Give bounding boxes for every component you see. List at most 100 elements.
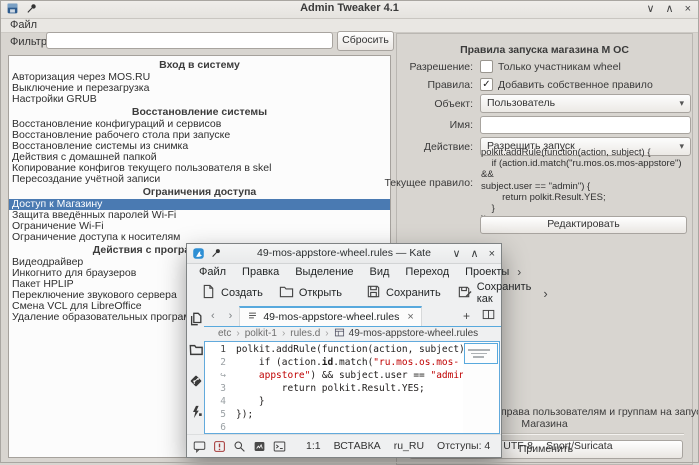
hamburger-icon — [247, 310, 258, 324]
terminal-icon[interactable] — [273, 440, 286, 453]
toolbar-overflow-icon[interactable]: › — [543, 286, 547, 301]
toolbar-button-save-as[interactable]: Сохранить как — [449, 282, 540, 304]
code-line: if (action.id.match("ru.mos.os.mos- — [236, 356, 463, 369]
name-input[interactable] — [480, 116, 691, 134]
code-token: return polkit.Result.YES; — [236, 383, 425, 394]
maximize-icon[interactable]: ∧ — [471, 247, 479, 260]
breadcrumb-separator-icon: › — [282, 328, 285, 339]
kate-menu-item[interactable]: Правка — [234, 266, 287, 278]
permission-option-label[interactable]: Только участникам wheel — [498, 61, 621, 73]
status-encoding[interactable]: UTF-8 — [503, 440, 533, 452]
close-icon[interactable]: × — [685, 4, 691, 15]
save-icon — [366, 284, 381, 302]
kate-menu-item[interactable]: Выделение — [287, 266, 361, 278]
tab-active[interactable]: 49-mos-appstore-wheel.rules × — [239, 306, 421, 326]
toolbar-button-save[interactable]: Сохранить — [358, 282, 449, 304]
preview-icon[interactable] — [253, 440, 266, 453]
minimap-scrollbar[interactable] — [463, 342, 499, 433]
new-tab-icon[interactable]: + — [457, 309, 476, 323]
menu-file[interactable]: Файл — [10, 19, 37, 31]
list-item[interactable]: Настройки GRUB — [9, 94, 390, 105]
output-icon[interactable] — [193, 440, 206, 453]
new-doc-icon — [201, 284, 216, 302]
status-highlight-mode[interactable]: Snort/Suricata — [546, 440, 613, 452]
code-line: } — [236, 395, 463, 408]
kate-toolbar: СоздатьОткрытьСохранитьСохранить как› — [187, 280, 501, 306]
code-editor[interactable]: 12↪3456 polkit.addRule(function(action, … — [204, 341, 500, 434]
rules-label: Правила: — [427, 79, 473, 91]
permission-checkbox[interactable] — [480, 60, 493, 73]
kate-statusbar: 1:1ВСТАВКАru_RUОтступы: 4UTF-8Snort/Suri… — [187, 434, 501, 457]
code-token: .match( — [333, 357, 373, 368]
code-token: }); — [236, 409, 253, 420]
git-icon[interactable] — [189, 374, 203, 388]
toolbar-button-label: Создать — [221, 287, 263, 299]
code-token: } — [236, 396, 265, 407]
status-indentation[interactable]: Отступы: 4 — [437, 440, 490, 452]
line-number: 5 — [205, 408, 226, 421]
kate-menu-item[interactable]: Переход — [397, 266, 457, 278]
main-window-controls: ∨ ∧ × — [646, 0, 691, 18]
minimize-icon[interactable]: ∨ — [646, 4, 654, 15]
line-number: 6 — [205, 421, 226, 434]
tab-forward-icon[interactable]: › — [222, 310, 240, 322]
toolbar-button-label: Сохранить — [386, 287, 441, 299]
tab-close-icon[interactable]: × — [407, 311, 413, 323]
rules-option-label[interactable]: Добавить собственное правило — [498, 79, 653, 91]
menu-overflow-icon[interactable]: › — [517, 265, 529, 279]
breadcrumb-item[interactable]: etc — [218, 328, 231, 339]
toolbar-button-open-folder[interactable]: Открыть — [271, 282, 350, 304]
breadcrumb-item[interactable]: polkit-1 — [245, 328, 277, 339]
list-item[interactable]: Ограничение доступа к носителям — [9, 232, 390, 243]
current-rule-code: polkit.addRule(function(action, subject)… — [481, 147, 688, 225]
status-input-mode[interactable]: ВСТАВКА — [334, 440, 381, 452]
action-label: Действие: — [424, 141, 473, 153]
filter-label: Фильтр: — [10, 36, 50, 48]
rules-checkbox[interactable]: ✓ — [480, 78, 493, 91]
close-icon[interactable]: × — [489, 248, 495, 260]
breadcrumb-item[interactable]: rules.d — [290, 328, 320, 339]
object-combobox[interactable]: Пользователь ▾ — [480, 94, 691, 113]
maximize-icon[interactable]: ∧ — [666, 4, 674, 15]
diagnostics-icon[interactable] — [213, 440, 226, 453]
code-area[interactable]: polkit.addRule(function(action, subject)… — [230, 342, 463, 433]
toolbar-button-new-doc[interactable]: Создать — [193, 282, 271, 304]
line-number: ↪ — [205, 369, 226, 382]
status-dictionary[interactable]: ru_RU — [394, 440, 424, 452]
breadcrumb-item[interactable]: 49-mos-appstore-wheel.rules — [334, 327, 479, 340]
code-line: return polkit.Result.YES; — [236, 382, 463, 395]
reset-button[interactable]: Сбросить — [337, 31, 394, 51]
tab-back-icon[interactable]: ‹ — [204, 310, 222, 322]
kate-menu-item[interactable]: Файл — [191, 266, 234, 278]
filesystem-icon[interactable] — [189, 343, 203, 357]
code-line: appstore") && subject.user == "admin") { — [236, 369, 463, 382]
kate-menu-item[interactable]: Проекты — [457, 266, 517, 278]
chevron-down-icon: ▾ — [679, 95, 684, 112]
code-token: id — [322, 357, 333, 368]
line-numbers-gutter: 12↪3456 — [205, 342, 230, 433]
object-label: Объект: — [434, 98, 473, 110]
breadcrumb: etc›polkit-1›rules.d›49-mos-appstore-whe… — [218, 327, 497, 340]
edit-button[interactable]: Редактировать — [480, 216, 687, 234]
line-number: 2 — [205, 356, 226, 369]
documents-icon[interactable] — [189, 312, 203, 326]
kate-menu-item[interactable]: Вид — [362, 266, 398, 278]
minimize-icon[interactable]: ∨ — [452, 247, 460, 260]
kate-window-controls: ∨ ∧ × — [452, 244, 495, 263]
diagnostics-icon[interactable] — [189, 405, 203, 419]
save-as-icon — [457, 284, 472, 302]
minimap-viewport[interactable] — [464, 343, 498, 364]
breadcrumb-label: 49-mos-appstore-wheel.rules — [349, 328, 479, 339]
status-cursor-position[interactable]: 1:1 — [306, 440, 321, 452]
kate-tabbar: ‹ › 49-mos-appstore-wheel.rules × + — [204, 306, 501, 327]
search-icon[interactable] — [233, 440, 246, 453]
toolbar-button-label: Сохранить как — [477, 281, 532, 305]
filter-input[interactable] — [46, 32, 333, 49]
code-token: "admin" — [430, 370, 463, 381]
kate-menubar: ФайлПравкаВыделениеВидПереходПроекты› — [187, 263, 501, 280]
name-label: Имя: — [450, 119, 473, 131]
list-item[interactable]: Пересоздание учётной записи — [9, 174, 390, 185]
split-view-icon[interactable] — [476, 308, 501, 324]
open-folder-icon — [279, 284, 294, 302]
code-token: if (action. — [236, 357, 322, 368]
